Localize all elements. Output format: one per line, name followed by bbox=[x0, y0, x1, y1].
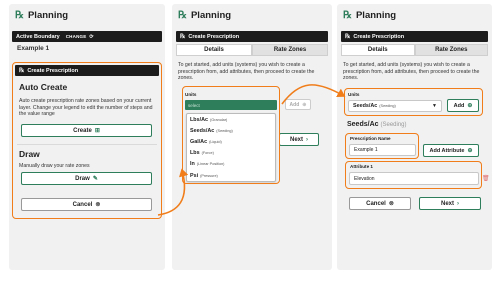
add-attribute-button[interactable]: Add Attribute ⊕ bbox=[423, 144, 479, 157]
app-title: Planning bbox=[355, 10, 397, 21]
app-header: ℞ Planning bbox=[15, 10, 68, 21]
boundary-name: Example 1 bbox=[17, 45, 50, 52]
active-boundary-bar: Active Boundary CHANGE ⟳ bbox=[12, 31, 162, 42]
tab-rate-zones[interactable]: Rate Zones bbox=[414, 44, 488, 56]
tab-details[interactable]: Details bbox=[341, 44, 415, 56]
app-header: ℞ Planning bbox=[343, 10, 396, 21]
create-prescription-bar: ℞ Create Prescription bbox=[341, 31, 488, 42]
plus-circle-icon: ⊕ bbox=[302, 101, 307, 108]
change-boundary-button[interactable]: CHANGE bbox=[66, 34, 87, 39]
chevron-right-icon: › bbox=[457, 200, 459, 207]
chevron-right-icon: › bbox=[306, 136, 308, 143]
add-button[interactable]: Add ⊕ bbox=[285, 99, 311, 110]
unit-heading-note: (Seeding) bbox=[380, 122, 407, 128]
highlight-attribute bbox=[345, 161, 482, 189]
add-button-label: Add bbox=[289, 101, 300, 108]
cancel-button[interactable]: Cancel ⊗ bbox=[349, 197, 411, 210]
next-button-label: Next bbox=[289, 136, 303, 143]
tab-rate-zones[interactable]: Rate Zones bbox=[252, 44, 328, 56]
create-prescription-bar: ℞ Create Prescription bbox=[176, 31, 328, 42]
trash-icon[interactable]: 🗑 bbox=[482, 175, 490, 182]
next-button[interactable]: Next › bbox=[279, 133, 319, 146]
unit-heading: Seeds/Ac (Seeding) bbox=[347, 121, 407, 129]
add-attribute-label: Add Attribute bbox=[429, 147, 465, 154]
panel-step-3: ℞ Planning ℞ Create Prescription Details… bbox=[337, 4, 492, 270]
highlight-units-row bbox=[344, 88, 483, 116]
app-title: Planning bbox=[27, 10, 69, 21]
rx-logo-icon: ℞ bbox=[15, 10, 24, 21]
highlight-units-dropdown bbox=[182, 86, 280, 184]
section-title: Create Prescription bbox=[353, 33, 405, 40]
highlight-prescription-name bbox=[345, 133, 419, 159]
tab-details[interactable]: Details bbox=[176, 44, 252, 56]
plus-circle-icon: ⊕ bbox=[467, 148, 473, 154]
panel-step-1: ℞ Planning Active Boundary CHANGE ⟳ Exam… bbox=[9, 4, 165, 270]
rx-logo-icon: ℞ bbox=[345, 34, 351, 40]
next-button[interactable]: Next › bbox=[419, 197, 481, 210]
cancel-button-label: Cancel bbox=[366, 200, 386, 207]
rx-logo-icon: ℞ bbox=[343, 10, 352, 21]
close-circle-icon: ⊗ bbox=[388, 201, 394, 207]
section-title: Create Prescription bbox=[188, 33, 240, 40]
refresh-icon[interactable]: ⟳ bbox=[89, 34, 93, 40]
app-title: Planning bbox=[190, 10, 232, 21]
intro-text: To get started, add units (systems) you … bbox=[343, 62, 480, 82]
active-boundary-label: Active Boundary bbox=[16, 33, 60, 40]
panel-step-2: ℞ Planning ℞ Create Prescription Details… bbox=[172, 4, 332, 270]
tab-bar: Details Rate Zones bbox=[176, 44, 328, 56]
next-button-label: Next bbox=[440, 200, 454, 207]
rx-logo-icon: ℞ bbox=[178, 10, 187, 21]
tab-bar: Details Rate Zones bbox=[341, 44, 488, 56]
unit-heading-text: Seeds/Ac bbox=[347, 121, 379, 128]
highlight-create-prescription bbox=[12, 62, 162, 219]
rx-logo-icon: ℞ bbox=[180, 34, 186, 40]
app-header: ℞ Planning bbox=[178, 10, 231, 21]
intro-text: To get started, add units (systems) you … bbox=[178, 62, 315, 82]
